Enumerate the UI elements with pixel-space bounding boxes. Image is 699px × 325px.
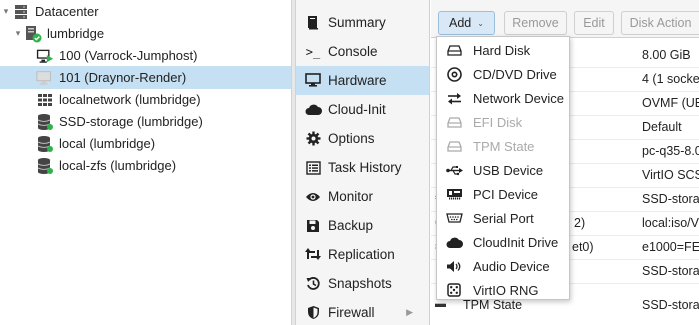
menu-item-network-device[interactable]: Network Device xyxy=(437,86,569,110)
node-online-icon xyxy=(24,25,42,43)
gear-icon xyxy=(303,130,323,148)
tree-item-vm-100[interactable]: 100 (Varrock-Jumphost) xyxy=(0,44,291,67)
menu-item-cd-dvd[interactable]: CD/DVD Drive xyxy=(437,62,569,86)
nav-cloudinit[interactable]: Cloud-Init xyxy=(296,95,429,124)
network-grid-icon xyxy=(36,91,54,109)
menu-item-tpm-state[interactable]: TPM State xyxy=(437,134,569,158)
retweet-icon xyxy=(303,246,323,264)
nav-task-history[interactable]: Task History xyxy=(296,153,429,182)
menu-item-pci-device[interactable]: PCI Device xyxy=(437,182,569,206)
nav-summary[interactable]: Summary xyxy=(296,8,429,37)
tree-label: lumbridge xyxy=(47,26,105,41)
tree-item-local[interactable]: local (lumbridge) xyxy=(0,132,291,155)
nav-replication[interactable]: Replication xyxy=(296,240,429,269)
terminal-icon: >_ xyxy=(305,44,321,59)
collapse-icon[interactable]: ▾ xyxy=(0,6,12,17)
nav-firewall[interactable]: Firewall ▶ xyxy=(296,298,429,325)
tree-item-ssd-storage[interactable]: SSD-storage (lumbridge) xyxy=(0,110,291,133)
dice-icon xyxy=(445,281,463,299)
nav-options[interactable]: Options xyxy=(296,124,429,153)
remove-button[interactable]: Remove xyxy=(504,11,567,35)
tree-label: local (lumbridge) xyxy=(59,136,156,151)
server-rack-icon xyxy=(12,3,30,21)
tree-label: 100 (Varrock-Jumphost) xyxy=(59,48,198,63)
serial-port-icon xyxy=(445,209,463,227)
disk-action-button[interactable]: Disk Action xyxy=(621,11,699,35)
menu-item-cloudinit-drive[interactable]: CloudInit Drive xyxy=(437,230,569,254)
list-icon xyxy=(303,159,323,177)
menu-item-virtio-rng[interactable]: VirtIO RNG xyxy=(437,278,569,302)
hdd-icon xyxy=(445,137,463,155)
menu-item-audio-device[interactable]: Audio Device xyxy=(437,254,569,278)
nav-snapshots[interactable]: Snapshots xyxy=(296,269,429,298)
tree-label: 101 (Draynor-Render) xyxy=(59,70,187,85)
storage-icon xyxy=(36,157,54,175)
nav-backup[interactable]: Backup xyxy=(296,211,429,240)
book-icon xyxy=(303,14,323,32)
hardware-toolbar: Add ⌄ Remove Edit Disk Action xyxy=(431,0,699,38)
cloud-icon xyxy=(445,233,463,251)
tree-item-local-zfs[interactable]: local-zfs (lumbridge) xyxy=(0,154,291,177)
tree-label: localnetwork (lumbridge) xyxy=(59,92,201,107)
nav-console[interactable]: >_ Console xyxy=(296,37,429,66)
chevron-down-icon: ⌄ xyxy=(477,18,484,28)
add-hardware-menu: Hard Disk CD/DVD Drive Network Device EF… xyxy=(436,36,570,300)
menu-item-serial-port[interactable]: Serial Port xyxy=(437,206,569,230)
edit-button[interactable]: Edit xyxy=(574,11,614,35)
monitor-icon xyxy=(303,72,323,90)
vm-running-icon xyxy=(36,47,54,65)
expand-arrow-icon[interactable]: ▶ xyxy=(406,307,413,318)
disc-icon xyxy=(445,65,463,83)
tree-label: SSD-storage (lumbridge) xyxy=(59,114,203,129)
collapse-icon[interactable]: ▾ xyxy=(12,28,24,39)
nav-hardware[interactable]: Hardware xyxy=(296,66,429,95)
tree-label: local-zfs (lumbridge) xyxy=(59,158,177,173)
vm-stopped-icon xyxy=(36,69,54,87)
tree-item-localnetwork[interactable]: localnetwork (lumbridge) xyxy=(0,88,291,111)
cloud-icon xyxy=(303,101,323,119)
nav-monitor[interactable]: Monitor xyxy=(296,182,429,211)
tree-item-vm-101[interactable]: 101 (Draynor-Render) xyxy=(0,66,291,89)
menu-item-usb-device[interactable]: USB Device xyxy=(437,158,569,182)
storage-icon xyxy=(36,135,54,153)
tree-item-node[interactable]: ▾ lumbridge xyxy=(0,22,291,45)
tree-label: Datacenter xyxy=(35,4,99,19)
tree-item-datacenter[interactable]: ▾ Datacenter xyxy=(0,0,291,23)
history-icon xyxy=(303,275,323,293)
exchange-icon xyxy=(445,89,463,107)
volume-icon xyxy=(445,257,463,275)
vm-nav-panel: Summary >_ Console Hardware Cloud-Init O… xyxy=(296,0,430,325)
eye-icon xyxy=(303,188,323,206)
menu-item-hard-disk[interactable]: Hard Disk xyxy=(437,38,569,62)
usb-icon xyxy=(445,161,463,179)
hdd-icon xyxy=(445,41,463,59)
menu-item-efi-disk[interactable]: EFI Disk xyxy=(437,110,569,134)
shield-icon xyxy=(303,304,323,322)
resource-tree: ▾ Datacenter ▾ lumbridge 100 (Varrock-Ju… xyxy=(0,0,291,325)
storage-icon xyxy=(36,113,54,131)
add-button[interactable]: Add ⌄ xyxy=(438,11,495,35)
hdd-icon xyxy=(445,113,463,131)
pci-card-icon xyxy=(445,185,463,203)
floppy-icon xyxy=(303,217,323,235)
